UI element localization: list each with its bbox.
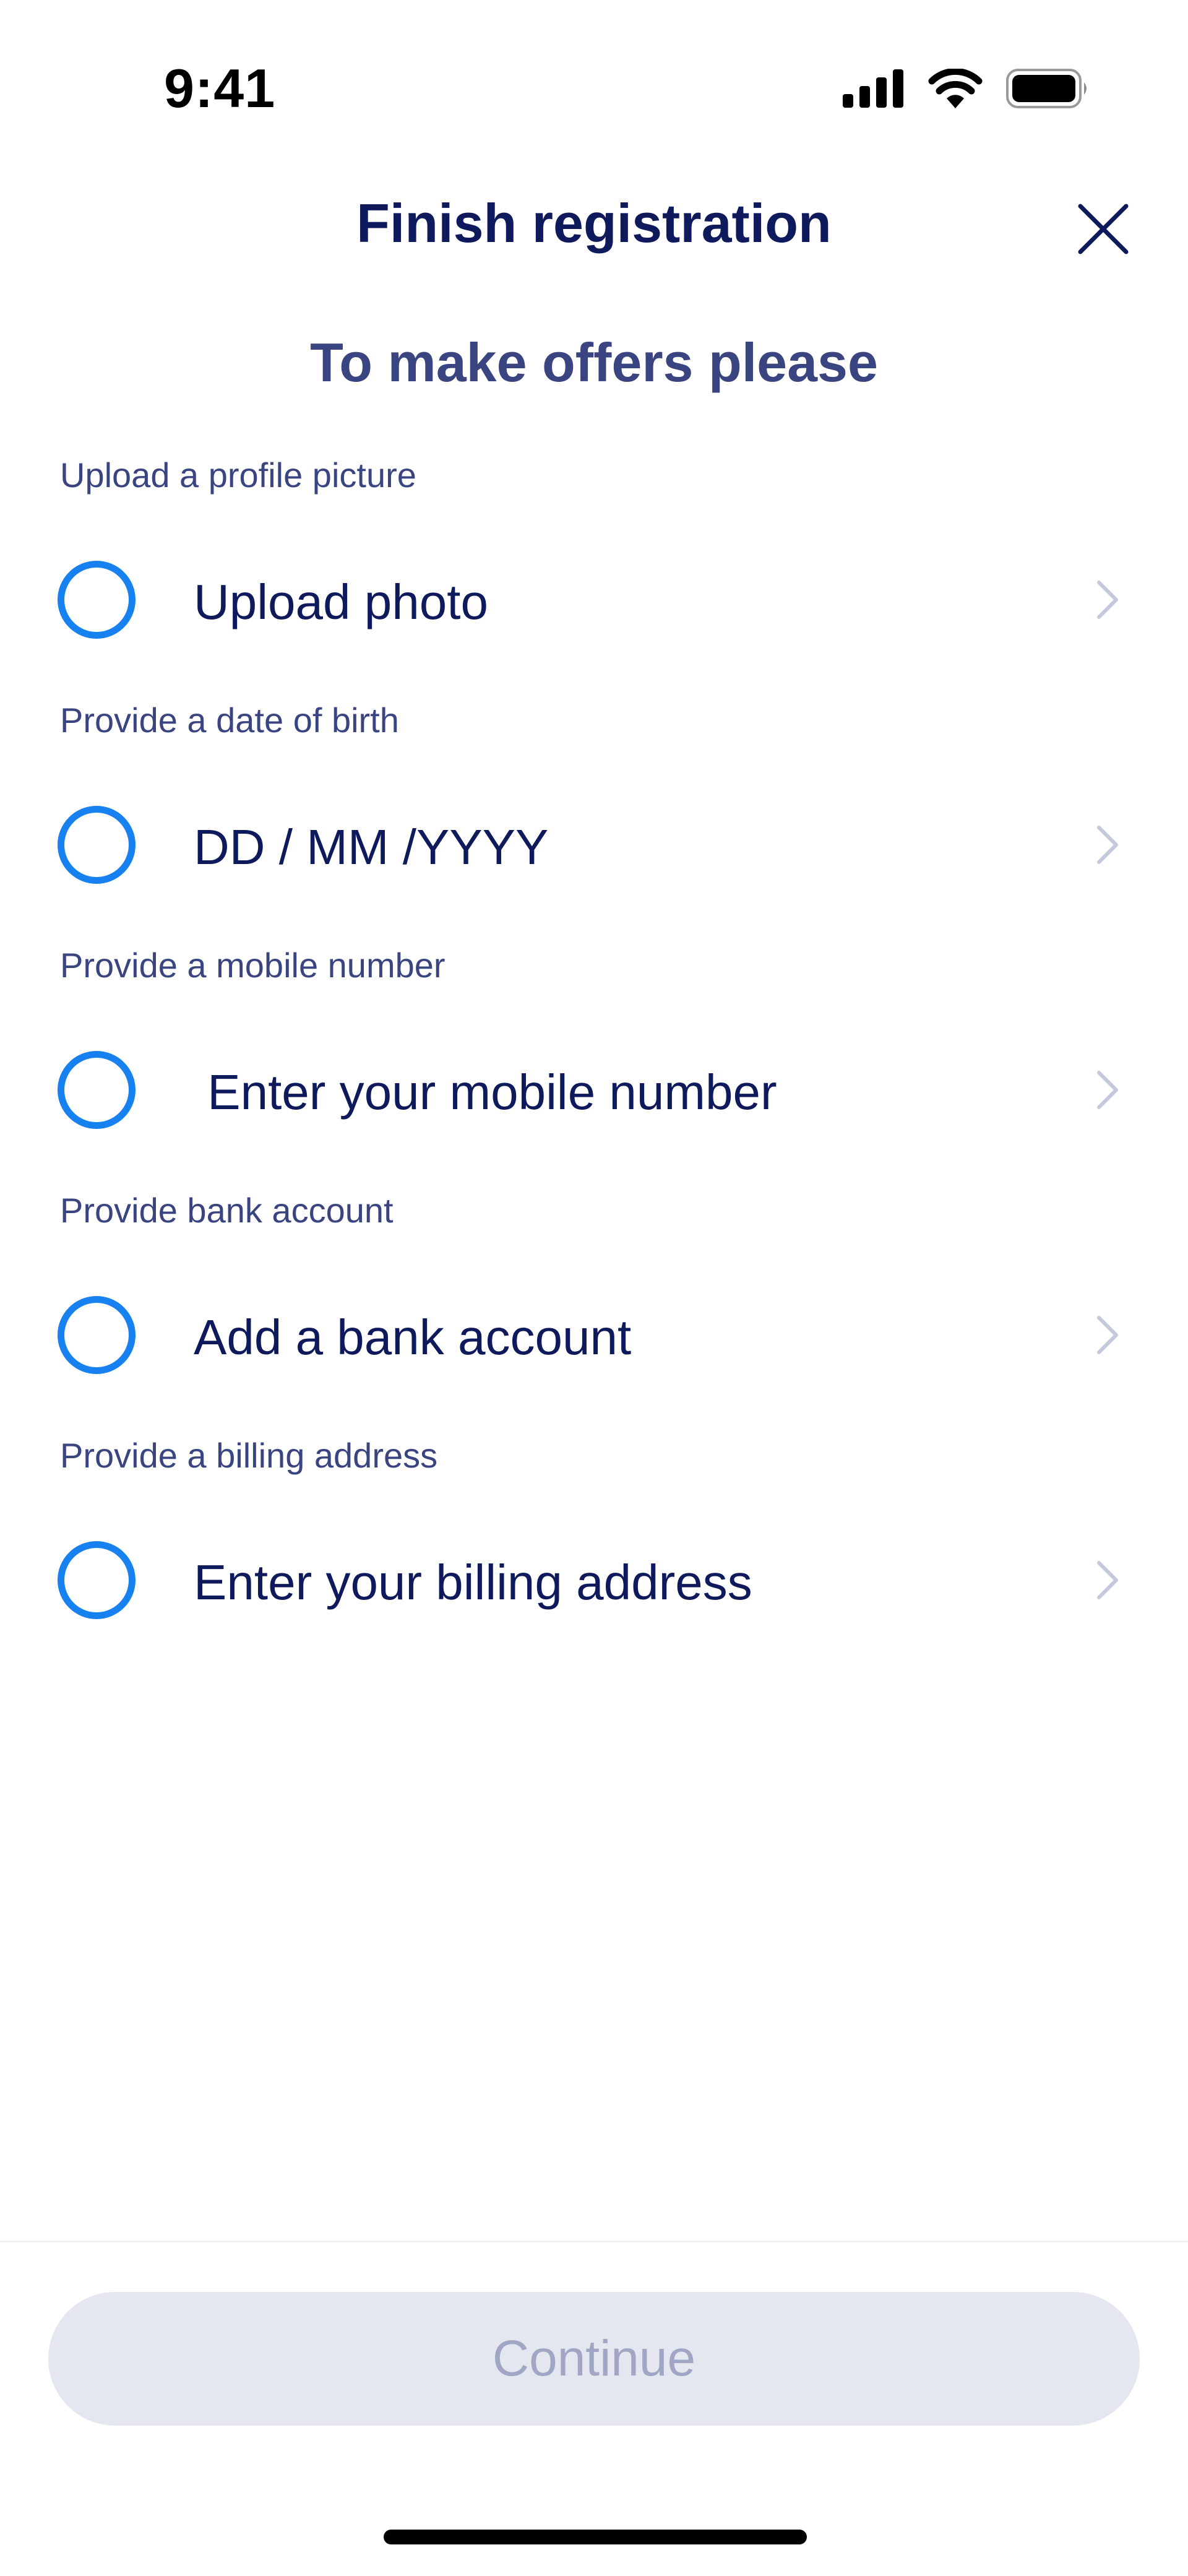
status-bar: 9:41 — [0, 0, 1188, 173]
bank-account-label: Provide bank account — [60, 1191, 394, 1230]
billing-address-placeholder: Enter your billing address — [194, 1555, 752, 1610]
home-indicator — [384, 2530, 807, 2544]
close-icon — [1078, 204, 1129, 254]
chevron-right-icon — [1097, 826, 1118, 864]
mobile-number-label: Provide a mobile number — [60, 946, 446, 985]
battery-icon — [1006, 69, 1087, 108]
footer-divider — [0, 2241, 1188, 2242]
chevron-right-icon — [1097, 1316, 1118, 1354]
billing-address-row[interactable]: Enter your billing address — [0, 1531, 1188, 1630]
profile-picture-label: Upload a profile picture — [60, 456, 416, 495]
chevron-right-icon — [1097, 581, 1118, 619]
chevron-right-icon — [1097, 1071, 1118, 1109]
radio-circle-icon[interactable] — [58, 1541, 136, 1619]
date-of-birth-row[interactable]: DD / MM /YYYY — [0, 795, 1188, 894]
status-icons — [843, 67, 1089, 110]
cellular-signal-icon — [843, 69, 903, 108]
radio-circle-icon[interactable] — [58, 806, 136, 884]
upload-photo-label: Upload photo — [194, 574, 488, 629]
mobile-number-placeholder: Enter your mobile number — [194, 1065, 777, 1120]
radio-circle-icon[interactable] — [58, 1051, 136, 1129]
upload-photo-row[interactable]: Upload photo — [0, 550, 1188, 649]
continue-button[interactable]: Continue — [48, 2292, 1140, 2426]
billing-address-label: Provide a billing address — [60, 1436, 438, 1475]
close-button[interactable] — [1075, 201, 1131, 257]
bank-account-placeholder: Add a bank account — [194, 1310, 632, 1365]
chevron-right-icon — [1097, 1561, 1118, 1599]
page-title: Finish registration — [356, 192, 832, 254]
mobile-number-row[interactable]: Enter your mobile number — [0, 1040, 1188, 1139]
bank-account-row[interactable]: Add a bank account — [0, 1286, 1188, 1385]
date-of-birth-label: Provide a date of birth — [60, 701, 399, 740]
wifi-icon — [928, 69, 983, 108]
radio-circle-icon[interactable] — [58, 1296, 136, 1374]
status-time: 9:41 — [164, 58, 276, 119]
radio-circle-icon[interactable] — [58, 561, 136, 639]
section-heading: To make offers please — [310, 332, 878, 393]
date-of-birth-placeholder: DD / MM /YYYY — [194, 819, 549, 875]
